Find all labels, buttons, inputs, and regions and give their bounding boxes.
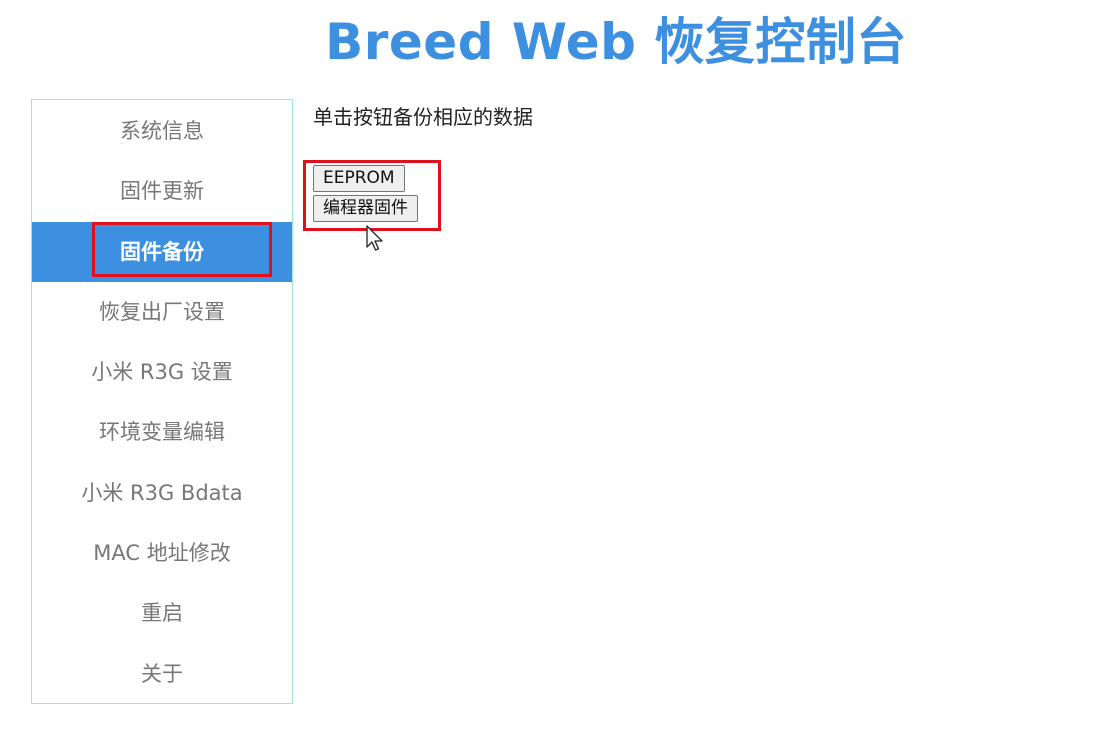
backup-button-group: EEPROM 编程器固件 — [313, 165, 433, 225]
page: Breed Web 恢复控制台 系统信息 固件更新 固件备份 恢复出厂设置 小米… — [0, 0, 1108, 748]
programmer-firmware-backup-button[interactable]: 编程器固件 — [313, 195, 418, 222]
sidebar-nav: 系统信息 固件更新 固件备份 恢复出厂设置 小米 R3G 设置 环境变量编辑 小… — [31, 99, 293, 704]
sidebar-item-firmware-update[interactable]: 固件更新 — [32, 161, 292, 221]
sidebar-item-env-editor[interactable]: 环境变量编辑 — [32, 402, 292, 462]
sidebar-item-firmware-backup[interactable]: 固件备份 — [32, 221, 292, 282]
page-title: Breed Web 恢复控制台 — [325, 13, 907, 71]
main-content: 单击按钮备份相应的数据 EEPROM 编程器固件 — [313, 100, 533, 222]
sidebar-item-mac-address[interactable]: MAC 地址修改 — [32, 523, 292, 583]
sidebar-item-factory-reset[interactable]: 恢复出厂设置 — [32, 282, 292, 342]
sidebar-item-r3g-bdata[interactable]: 小米 R3G Bdata — [32, 463, 292, 523]
sidebar-item-r3g-settings[interactable]: 小米 R3G 设置 — [32, 342, 292, 402]
backup-description: 单击按钮备份相应的数据 — [313, 105, 533, 129]
mouse-pointer-icon — [366, 225, 383, 251]
sidebar-item-reboot[interactable]: 重启 — [32, 583, 292, 643]
sidebar-item-system-info[interactable]: 系统信息 — [32, 101, 292, 161]
sidebar-item-about[interactable]: 关于 — [32, 644, 292, 704]
eeprom-backup-button[interactable]: EEPROM — [313, 165, 405, 192]
